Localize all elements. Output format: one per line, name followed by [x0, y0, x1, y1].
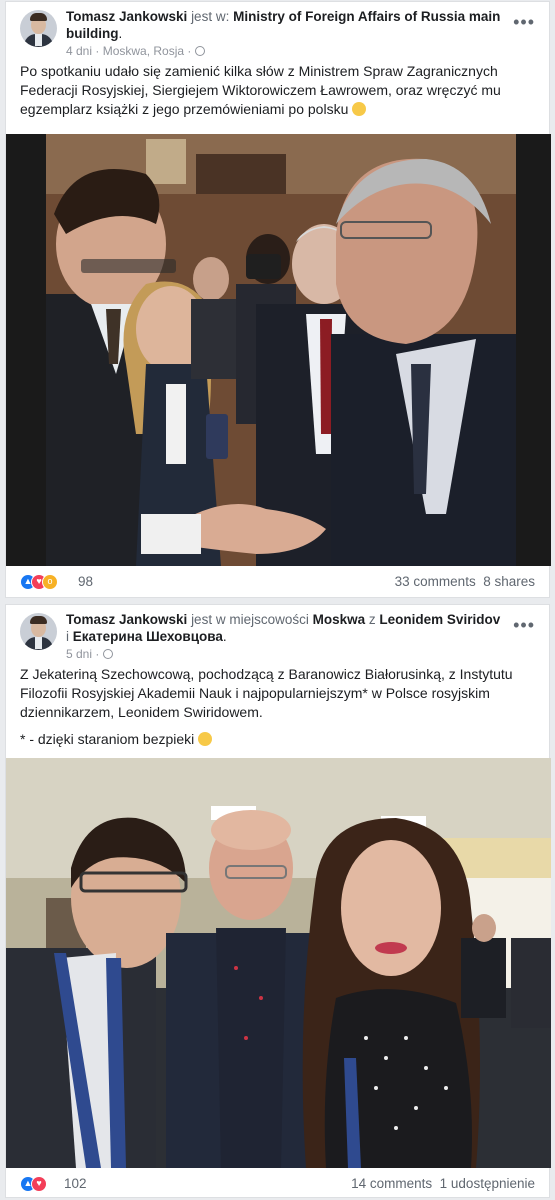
author-link[interactable]: Tomasz Jankowski — [66, 612, 187, 627]
globe-icon — [102, 649, 113, 659]
avatar[interactable] — [20, 10, 57, 47]
post-text-container: Z Jekateriną Szechowcową, pochodzącą z B… — [6, 657, 549, 757]
post-header-text: Tomasz Jankowski jest w miejscowości Mos… — [66, 611, 506, 663]
location-prefix: jest w: — [191, 9, 230, 24]
post-text: Z Jekateriną Szechowcową, pochodzącą z B… — [20, 666, 513, 720]
post-date[interactable]: 4 dni — [66, 44, 92, 58]
more-options-button[interactable]: ••• — [513, 615, 535, 636]
post-text-container: Po spotkaniu udało się zamienić kilka sł… — [6, 54, 549, 132]
post-header: Tomasz Jankowski jest w: Ministry of For… — [6, 2, 549, 58]
post-footer: ▲ ♥ o 98 33 comments 8 shares — [6, 568, 549, 596]
shares-count[interactable]: 1 udostępnienie — [440, 1176, 535, 1191]
reactions-summary[interactable]: ▲ ♥ o — [20, 574, 58, 590]
wow-icon: o — [42, 574, 58, 590]
post-date[interactable]: 5 dni — [66, 647, 92, 661]
photo-selfie — [6, 758, 551, 1168]
author-link[interactable]: Tomasz Jankowski — [66, 9, 187, 24]
love-icon: ♥ — [31, 1176, 47, 1192]
globe-icon — [194, 46, 205, 56]
more-options-button[interactable]: ••• — [513, 12, 535, 33]
post-footnote: * - dzięki staraniom bezpieki — [20, 731, 195, 747]
with-prefix: z — [368, 612, 376, 627]
reaction-count[interactable]: 102 — [64, 1176, 87, 1191]
tagged-person-1[interactable]: Leonidem Sviridov — [379, 612, 500, 627]
tagged-person-2[interactable]: Екатерина Шеховцова — [73, 629, 223, 644]
location-prefix: jest w miejscowości — [191, 612, 309, 627]
reactions-summary[interactable]: ▲ ♥ — [20, 1176, 47, 1192]
comments-count[interactable]: 33 comments — [395, 574, 476, 589]
post-header: Tomasz Jankowski jest w miejscowości Mos… — [6, 605, 549, 661]
post-meta: 5 dni · — [66, 646, 506, 663]
post-place: Moskwa, Rosja — [102, 44, 185, 58]
avatar[interactable] — [20, 613, 57, 650]
header-end: . — [222, 629, 227, 644]
post-header-text: Tomasz Jankowski jest w: Ministry of For… — [66, 8, 506, 60]
comments-count[interactable]: 14 comments — [351, 1176, 432, 1191]
post-text: Po spotkaniu udało się zamienić kilka sł… — [20, 63, 501, 117]
engagement-stats: 14 comments 1 udostępnienie — [351, 1176, 535, 1191]
post-footer: ▲ ♥ 102 14 comments 1 udostępnienie — [6, 1170, 549, 1198]
post-photo[interactable] — [6, 758, 551, 1168]
engagement-stats: 33 comments 8 shares — [395, 574, 535, 589]
post-1: Tomasz Jankowski jest w: Ministry of For… — [5, 1, 551, 598]
post-photo[interactable] — [6, 134, 551, 566]
post-meta: 4 dni · Moskwa, Rosja · — [66, 43, 506, 60]
shares-count[interactable]: 8 shares — [483, 574, 535, 589]
and-text: i — [66, 629, 69, 644]
location-link[interactable]: Moskwa — [313, 612, 366, 627]
photo-handshake — [6, 134, 551, 566]
reaction-count[interactable]: 98 — [78, 574, 93, 589]
post-2: Tomasz Jankowski jest w miejscowości Mos… — [5, 604, 551, 1198]
wink-emoji-icon — [198, 732, 213, 746]
smiling-emoji-icon — [352, 102, 367, 116]
location-suffix: . — [118, 26, 123, 41]
